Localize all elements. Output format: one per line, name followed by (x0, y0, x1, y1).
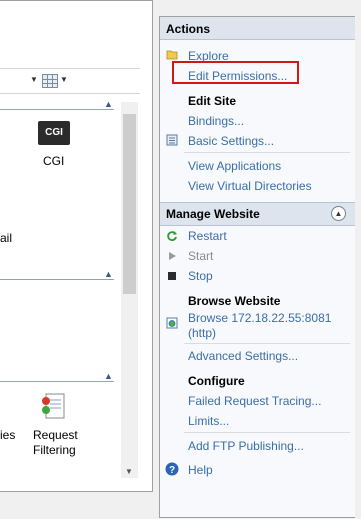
help-icon: ? (165, 462, 179, 476)
divider (184, 152, 350, 153)
actions-title: Actions (166, 22, 211, 36)
group-separator (0, 109, 114, 110)
browse-icon (166, 317, 178, 329)
stop-link[interactable]: Stop (188, 269, 213, 283)
view-virtual-directories-link[interactable]: View Virtual Directories (188, 179, 312, 193)
restart-link[interactable]: Restart (188, 229, 227, 243)
bindings-link[interactable]: Bindings... (188, 114, 244, 128)
collapse-group-icon[interactable]: ▲ (104, 269, 113, 279)
collapse-group-icon[interactable]: ▲ (104, 99, 113, 109)
group-separator (0, 279, 114, 280)
request-filtering-icon[interactable] (40, 393, 66, 421)
browse-url-link[interactable]: Browse 172.18.22.55:8081 (188, 311, 331, 325)
browse-website-title: Browse Website (188, 294, 281, 308)
actions-pane: Actions Explore Edit Permissions... Edit… (159, 16, 357, 518)
scrollbar-thumb[interactable] (123, 114, 136, 294)
start-link[interactable]: Start (188, 249, 213, 263)
stop-icon (168, 272, 176, 280)
feature-label-request-filtering[interactable]: Request Filtering (33, 428, 83, 458)
configure-title: Configure (188, 374, 245, 388)
feature-label-partial[interactable]: ies (0, 428, 15, 442)
limits-link[interactable]: Limits... (188, 414, 229, 428)
window-edge (355, 0, 361, 519)
start-icon (169, 252, 176, 260)
divider (184, 432, 350, 433)
advanced-settings-link[interactable]: Advanced Settings... (188, 349, 298, 363)
basic-settings-link[interactable]: Basic Settings... (188, 134, 274, 148)
feature-label-cgi[interactable]: CGI (43, 154, 64, 168)
browse-protocol-label[interactable]: (http) (188, 326, 216, 340)
feature-label-partial[interactable]: ail (0, 231, 12, 245)
view-mode-icon[interactable] (42, 74, 58, 88)
manage-website-title: Manage Website (166, 207, 260, 221)
view-applications-link[interactable]: View Applications (188, 159, 281, 173)
view-toolbar: ▼ ▼ (0, 68, 140, 94)
svg-text:?: ? (169, 465, 175, 476)
restart-icon (167, 231, 177, 241)
add-ftp-publishing-link[interactable]: Add FTP Publishing... (188, 439, 304, 453)
help-link[interactable]: Help (188, 463, 213, 477)
actions-header: Actions (160, 17, 356, 40)
filter-dropdown-arrow-icon[interactable]: ▼ (30, 75, 38, 84)
divider (184, 343, 350, 344)
cgi-icon[interactable]: CGI (38, 121, 70, 145)
explore-icon (166, 50, 178, 60)
group-separator (0, 381, 114, 382)
vertical-scrollbar[interactable]: ▼ (121, 102, 138, 478)
basic-settings-icon (166, 134, 178, 146)
highlight-box (172, 61, 299, 84)
failed-request-tracing-link[interactable]: Failed Request Tracing... (188, 394, 321, 408)
scroll-down-arrow-icon[interactable]: ▼ (125, 467, 133, 476)
features-pane: ▼ ▼ ▲ CGI CGI ail ▲ ▲ ies Request Filter… (0, 0, 153, 492)
edit-site-title: Edit Site (188, 94, 237, 108)
manage-website-header[interactable]: Manage Website ▲ (160, 202, 356, 226)
view-mode-dropdown-arrow-icon[interactable]: ▼ (60, 75, 68, 84)
collapse-section-icon[interactable]: ▲ (331, 206, 346, 221)
collapse-group-icon[interactable]: ▲ (104, 371, 113, 381)
